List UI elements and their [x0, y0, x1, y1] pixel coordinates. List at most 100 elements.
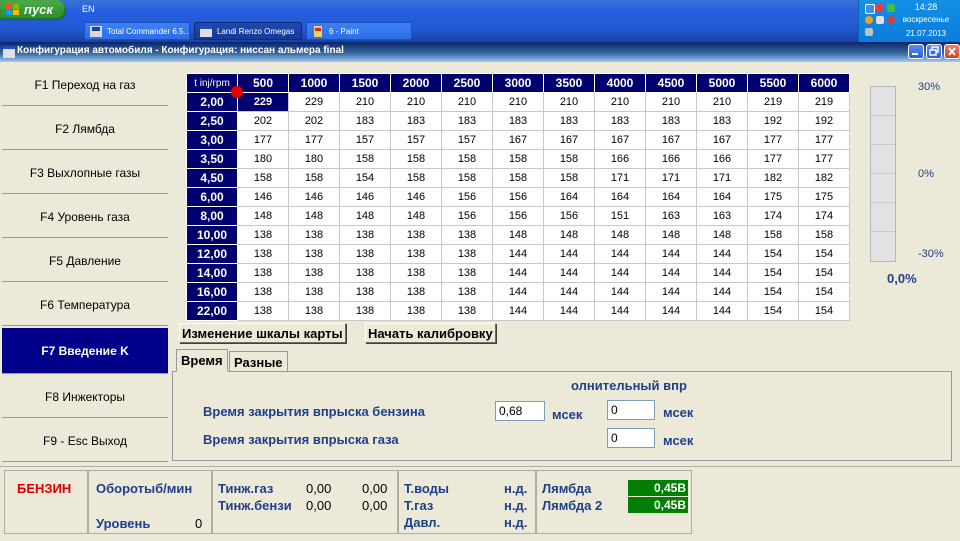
map-cell[interactable]: 138 — [339, 282, 391, 302]
map-cell[interactable]: 138 — [441, 263, 493, 283]
map-cell[interactable]: 210 — [594, 92, 646, 112]
map-cell[interactable]: 158 — [288, 168, 340, 188]
map-cell[interactable]: 171 — [696, 168, 748, 188]
petrol-injection-close-input[interactable]: 0,68 — [495, 401, 545, 421]
start-calibration-button[interactable]: Начать калибровку — [365, 323, 496, 343]
extra-injection-input-2[interactable]: 0 — [607, 428, 655, 448]
map-cell[interactable]: 182 — [798, 168, 850, 188]
map-cell[interactable]: 163 — [645, 206, 697, 226]
usb-icon[interactable] — [865, 28, 873, 36]
map-cell[interactable]: 171 — [645, 168, 697, 188]
map-cell[interactable]: 158 — [747, 225, 799, 245]
map-cell[interactable]: 183 — [645, 111, 697, 131]
task-landi-renzo[interactable]: Landi Renzo Omegas — [194, 22, 302, 40]
map-cell[interactable]: 177 — [798, 130, 850, 150]
map-cell[interactable]: 158 — [390, 149, 442, 169]
map-cell[interactable]: 144 — [543, 244, 595, 264]
map-cell[interactable]: 219 — [798, 92, 850, 112]
map-cell[interactable]: 183 — [594, 111, 646, 131]
sidebar-item-switch-to-gas[interactable]: F1 Переход на газ — [2, 64, 168, 106]
sidebar-item-gas-level[interactable]: F4 Уровень газа — [2, 196, 168, 238]
map-cell[interactable]: 138 — [339, 225, 391, 245]
map-cell[interactable]: 175 — [798, 187, 850, 207]
map-cell[interactable]: 177 — [798, 149, 850, 169]
map-cell[interactable]: 183 — [543, 111, 595, 131]
map-cell[interactable]: 229 — [288, 92, 340, 112]
map-cell[interactable]: 154 — [747, 244, 799, 264]
map-cell[interactable]: 210 — [492, 92, 544, 112]
maximize-button[interactable] — [926, 44, 942, 59]
start-button[interactable]: пуск — [0, 0, 66, 20]
map-cell[interactable]: 174 — [798, 206, 850, 226]
network-icon[interactable] — [865, 4, 875, 14]
map-cell[interactable]: 171 — [594, 168, 646, 188]
map-cell[interactable]: 148 — [339, 206, 391, 226]
close-button[interactable] — [944, 44, 960, 59]
map-cell[interactable]: 156 — [492, 206, 544, 226]
map-cell[interactable]: 175 — [747, 187, 799, 207]
map-cell[interactable]: 144 — [696, 282, 748, 302]
map-cell[interactable]: 148 — [237, 206, 289, 226]
map-cell[interactable]: 148 — [288, 206, 340, 226]
map-cell[interactable]: 138 — [441, 301, 493, 321]
map-cell[interactable]: 174 — [747, 206, 799, 226]
map-cell[interactable]: 151 — [594, 206, 646, 226]
map-cell[interactable]: 138 — [237, 282, 289, 302]
map-cell[interactable]: 138 — [288, 244, 340, 264]
map-cell[interactable]: 154 — [747, 301, 799, 321]
sidebar-item-k-input[interactable]: F7 Введение K — [2, 328, 168, 374]
alert-icon[interactable] — [887, 16, 895, 24]
map-cell[interactable]: 138 — [288, 225, 340, 245]
map-cell[interactable]: 158 — [543, 168, 595, 188]
map-cell[interactable]: 138 — [441, 282, 493, 302]
map-cell[interactable]: 167 — [492, 130, 544, 150]
map-cell[interactable]: 146 — [339, 187, 391, 207]
map-cell[interactable]: 164 — [645, 187, 697, 207]
map-cell[interactable]: 144 — [594, 301, 646, 321]
minimize-button[interactable] — [908, 44, 924, 59]
map-cell[interactable]: 210 — [390, 92, 442, 112]
map-cell[interactable]: 229 — [237, 92, 289, 112]
map-cell[interactable]: 164 — [594, 187, 646, 207]
map-cell[interactable]: 144 — [645, 282, 697, 302]
map-cell[interactable]: 156 — [492, 187, 544, 207]
map-cell[interactable]: 138 — [339, 263, 391, 283]
map-cell[interactable]: 210 — [645, 92, 697, 112]
map-cell[interactable]: 144 — [492, 263, 544, 283]
map-cell[interactable]: 144 — [594, 263, 646, 283]
map-cell[interactable]: 144 — [594, 244, 646, 264]
language-indicator[interactable]: EN — [82, 4, 95, 14]
map-cell[interactable]: 164 — [543, 187, 595, 207]
map-cell[interactable]: 138 — [441, 244, 493, 264]
speaker-icon[interactable] — [876, 16, 884, 24]
sidebar-item-lambda[interactable]: F2 Лямбда — [2, 108, 168, 150]
map-cell[interactable]: 180 — [288, 149, 340, 169]
map-cell[interactable]: 166 — [594, 149, 646, 169]
map-cell[interactable]: 146 — [237, 187, 289, 207]
sidebar-item-exhaust[interactable]: F3 Выхлопные газы — [2, 152, 168, 194]
map-cell[interactable]: 158 — [390, 168, 442, 188]
map-cell[interactable]: 192 — [798, 111, 850, 131]
antivirus-icon[interactable] — [876, 4, 884, 12]
map-cell[interactable]: 154 — [339, 168, 391, 188]
map-cell[interactable]: 202 — [288, 111, 340, 131]
map-cell[interactable]: 183 — [492, 111, 544, 131]
map-cell[interactable]: 158 — [798, 225, 850, 245]
map-cell[interactable]: 154 — [798, 244, 850, 264]
map-cell[interactable]: 182 — [747, 168, 799, 188]
map-cell[interactable]: 138 — [339, 244, 391, 264]
map-cell[interactable]: 138 — [390, 263, 442, 283]
map-cell[interactable]: 144 — [696, 301, 748, 321]
map-cell[interactable]: 144 — [492, 244, 544, 264]
map-cell[interactable]: 148 — [492, 225, 544, 245]
map-cell[interactable]: 167 — [696, 130, 748, 150]
map-cell[interactable]: 166 — [645, 149, 697, 169]
map-cell[interactable]: 144 — [645, 244, 697, 264]
map-cell[interactable]: 219 — [747, 92, 799, 112]
map-cell[interactable]: 202 — [237, 111, 289, 131]
map-cell[interactable]: 210 — [696, 92, 748, 112]
map-cell[interactable]: 146 — [288, 187, 340, 207]
map-cell[interactable]: 210 — [543, 92, 595, 112]
map-cell[interactable]: 157 — [441, 130, 493, 150]
map-cell[interactable]: 144 — [696, 263, 748, 283]
